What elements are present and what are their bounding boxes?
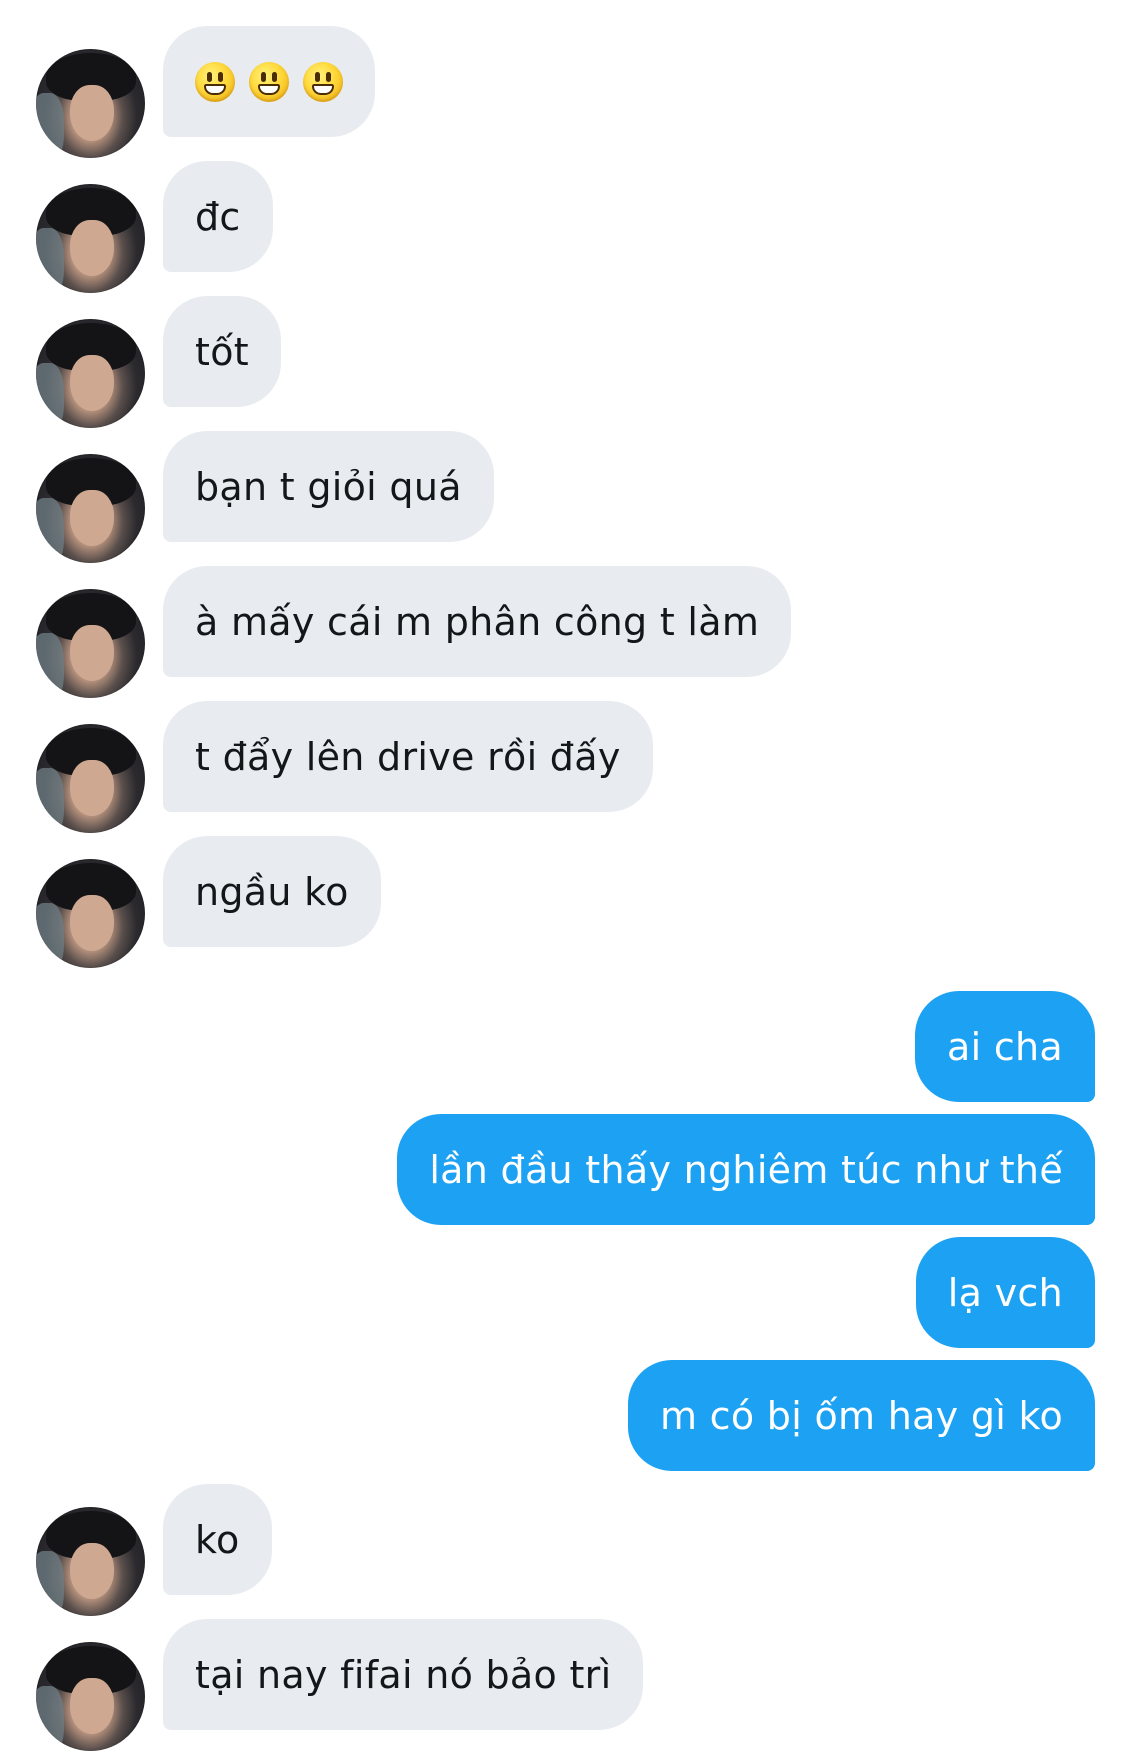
message-bubble[interactable]: tại nay fifai nó bảo trì <box>163 1619 644 1730</box>
message-row-incoming: tại nay fifai nó bảo trì <box>0 1619 1125 1751</box>
message-row-incoming: bạn t giỏi quá <box>0 431 1125 563</box>
message-row-incoming: t đẩy lên drive rồi đấy <box>0 701 1125 833</box>
smiley-emoji-icon <box>249 61 289 102</box>
message-row-incoming <box>0 26 1125 158</box>
message-row-incoming: à mấy cái m phân công t làm <box>0 566 1125 698</box>
message-row-outgoing: lần đầu thấy nghiêm túc như thế <box>0 1114 1125 1225</box>
message-text: lạ vch <box>947 1270 1063 1315</box>
message-text: bạn t giỏi quá <box>195 464 462 509</box>
avatar[interactable] <box>36 184 145 293</box>
message-bubble[interactable]: đc <box>163 161 273 272</box>
message-bubble[interactable]: ai cha <box>915 991 1095 1102</box>
emoji-group <box>195 61 343 102</box>
message-bubble[interactable]: ngầu ko <box>163 836 381 947</box>
message-row-outgoing: lạ vch <box>0 1237 1125 1348</box>
message-text: ngầu ko <box>195 869 349 914</box>
message-text: đc <box>195 194 241 239</box>
message-text: t đẩy lên drive rồi đấy <box>195 734 621 779</box>
avatar[interactable] <box>36 1642 145 1751</box>
message-text: à mấy cái m phân công t làm <box>195 599 760 644</box>
message-bubble[interactable]: lạ vch <box>915 1237 1095 1348</box>
message-row-outgoing: m có bị ốm hay gì ko <box>0 1360 1125 1471</box>
message-bubble[interactable] <box>163 26 375 137</box>
message-bubble[interactable]: lần đầu thấy nghiêm túc như thế <box>397 1114 1095 1225</box>
message-text: tại nay fifai nó bảo trì <box>195 1652 612 1697</box>
avatar[interactable] <box>36 859 145 968</box>
avatar[interactable] <box>36 319 145 428</box>
message-bubble[interactable]: tốt <box>163 296 281 407</box>
message-row-incoming: tốt <box>0 296 1125 428</box>
message-text: lần đầu thấy nghiêm túc như thế <box>429 1147 1063 1192</box>
message-row-incoming: ngầu ko <box>0 836 1125 968</box>
message-row-incoming: ko <box>0 1484 1125 1616</box>
smiley-emoji-icon <box>195 61 235 102</box>
avatar[interactable] <box>36 49 145 158</box>
message-bubble[interactable]: à mấy cái m phân công t làm <box>163 566 792 677</box>
message-row-outgoing: ai cha <box>0 991 1125 1102</box>
message-thread[interactable]: đc tốt bạn t giỏi quá à mấy cái m phân c… <box>0 0 1125 1751</box>
message-text: m có bị ốm hay gì ko <box>659 1393 1063 1438</box>
avatar[interactable] <box>36 1507 145 1616</box>
avatar[interactable] <box>36 589 145 698</box>
message-bubble[interactable]: t đẩy lên drive rồi đấy <box>163 701 653 812</box>
message-text: tốt <box>195 329 249 374</box>
message-text: ko <box>195 1517 240 1562</box>
message-bubble[interactable]: m có bị ốm hay gì ko <box>627 1360 1095 1471</box>
avatar[interactable] <box>36 724 145 833</box>
avatar[interactable] <box>36 454 145 563</box>
smiley-emoji-icon <box>303 61 343 102</box>
message-bubble[interactable]: ko <box>163 1484 272 1595</box>
message-row-incoming: đc <box>0 161 1125 293</box>
message-bubble[interactable]: bạn t giỏi quá <box>163 431 494 542</box>
message-text: ai cha <box>947 1024 1063 1069</box>
